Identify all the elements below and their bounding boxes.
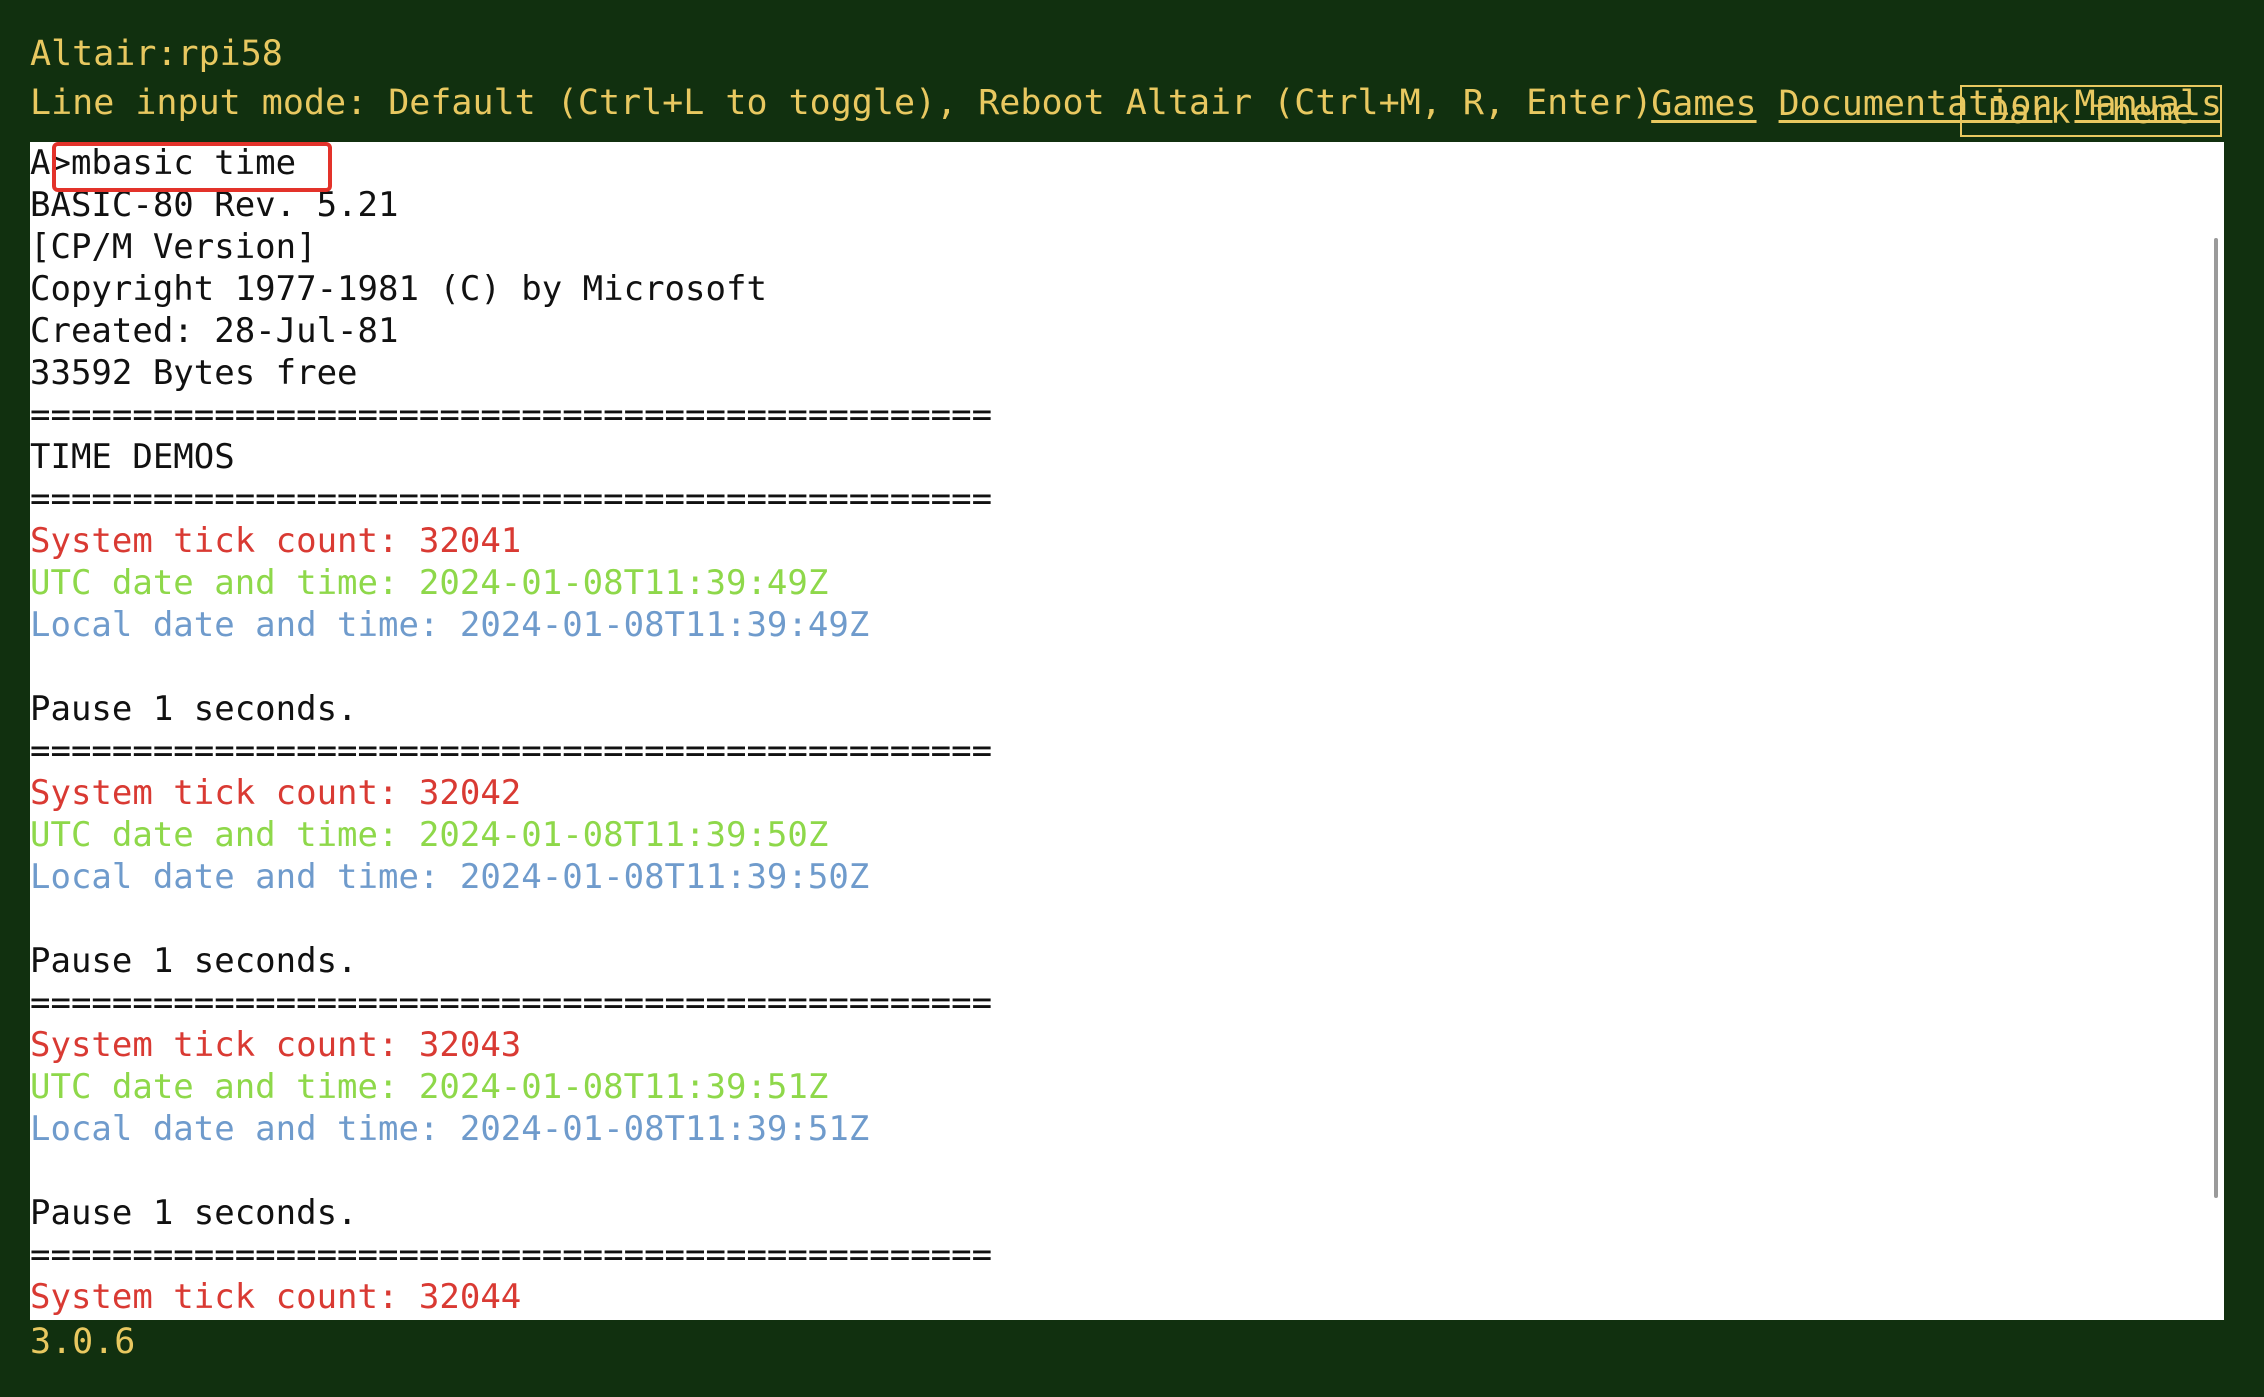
terminal-line: UTC date and time: 2024-01-08T11:39:50Z [30, 815, 829, 855]
mode-info-line: Line input mode: Default (Ctrl+L to togg… [30, 83, 1653, 123]
terminal-line: Pause 1 seconds. [30, 1193, 358, 1233]
terminal-line: System tick count: 32043 [30, 1025, 522, 1065]
terminal-output: A>mbasic time BASIC-80 Rev. 5.21 [CP/M Ver… [30, 142, 992, 1318]
terminal-line: ========================================… [30, 731, 993, 771]
terminal-scrollbar[interactable] [2214, 238, 2218, 1198]
command-highlight-box [52, 142, 332, 192]
terminal-line: Local date and time: 2024-01-08T11:39:51… [30, 1109, 870, 1149]
terminal-line: System tick count: 32042 [30, 773, 522, 813]
games-link[interactable]: Games [1651, 84, 1756, 124]
version-label: 3.0.6 [30, 1322, 136, 1362]
terminal-line: System tick count: 32044 [30, 1277, 522, 1317]
terminal-line: 33592 Bytes free [30, 353, 358, 393]
terminal-line: ========================================… [30, 983, 993, 1023]
terminal-line: Local date and time: 2024-01-08T11:39:50… [30, 857, 870, 897]
terminal-line: ========================================… [30, 479, 993, 519]
terminal-line: Created: 28-Jul-81 [30, 311, 399, 351]
terminal-line: Pause 1 seconds. [30, 689, 358, 729]
terminal-line: System tick count: 32041 [30, 521, 522, 561]
terminal-line: Copyright 1977-1981 (C) by Microsoft [30, 269, 767, 309]
dark-theme-button[interactable]: Dark theme [1960, 85, 2222, 137]
terminal-line: ========================================… [30, 395, 993, 435]
terminal-line: UTC date and time: 2024-01-08T11:39:51Z [30, 1067, 829, 1107]
terminal-line: [CP/M Version] [30, 227, 317, 267]
terminal-panel[interactable]: A>mbasic time BASIC-80 Rev. 5.21 [CP/M Ver… [30, 142, 2224, 1320]
terminal-line: Local date and time: 2024-01-08T11:39:49… [30, 605, 870, 645]
terminal-line: TIME DEMOS [30, 437, 235, 477]
terminal-line: Pause 1 seconds. [30, 941, 358, 981]
terminal-line: UTC date and time: 2024-01-08T11:39:49Z [30, 563, 829, 603]
app-title: Altair:rpi58 [30, 34, 283, 74]
terminal-line: ========================================… [30, 1235, 993, 1275]
